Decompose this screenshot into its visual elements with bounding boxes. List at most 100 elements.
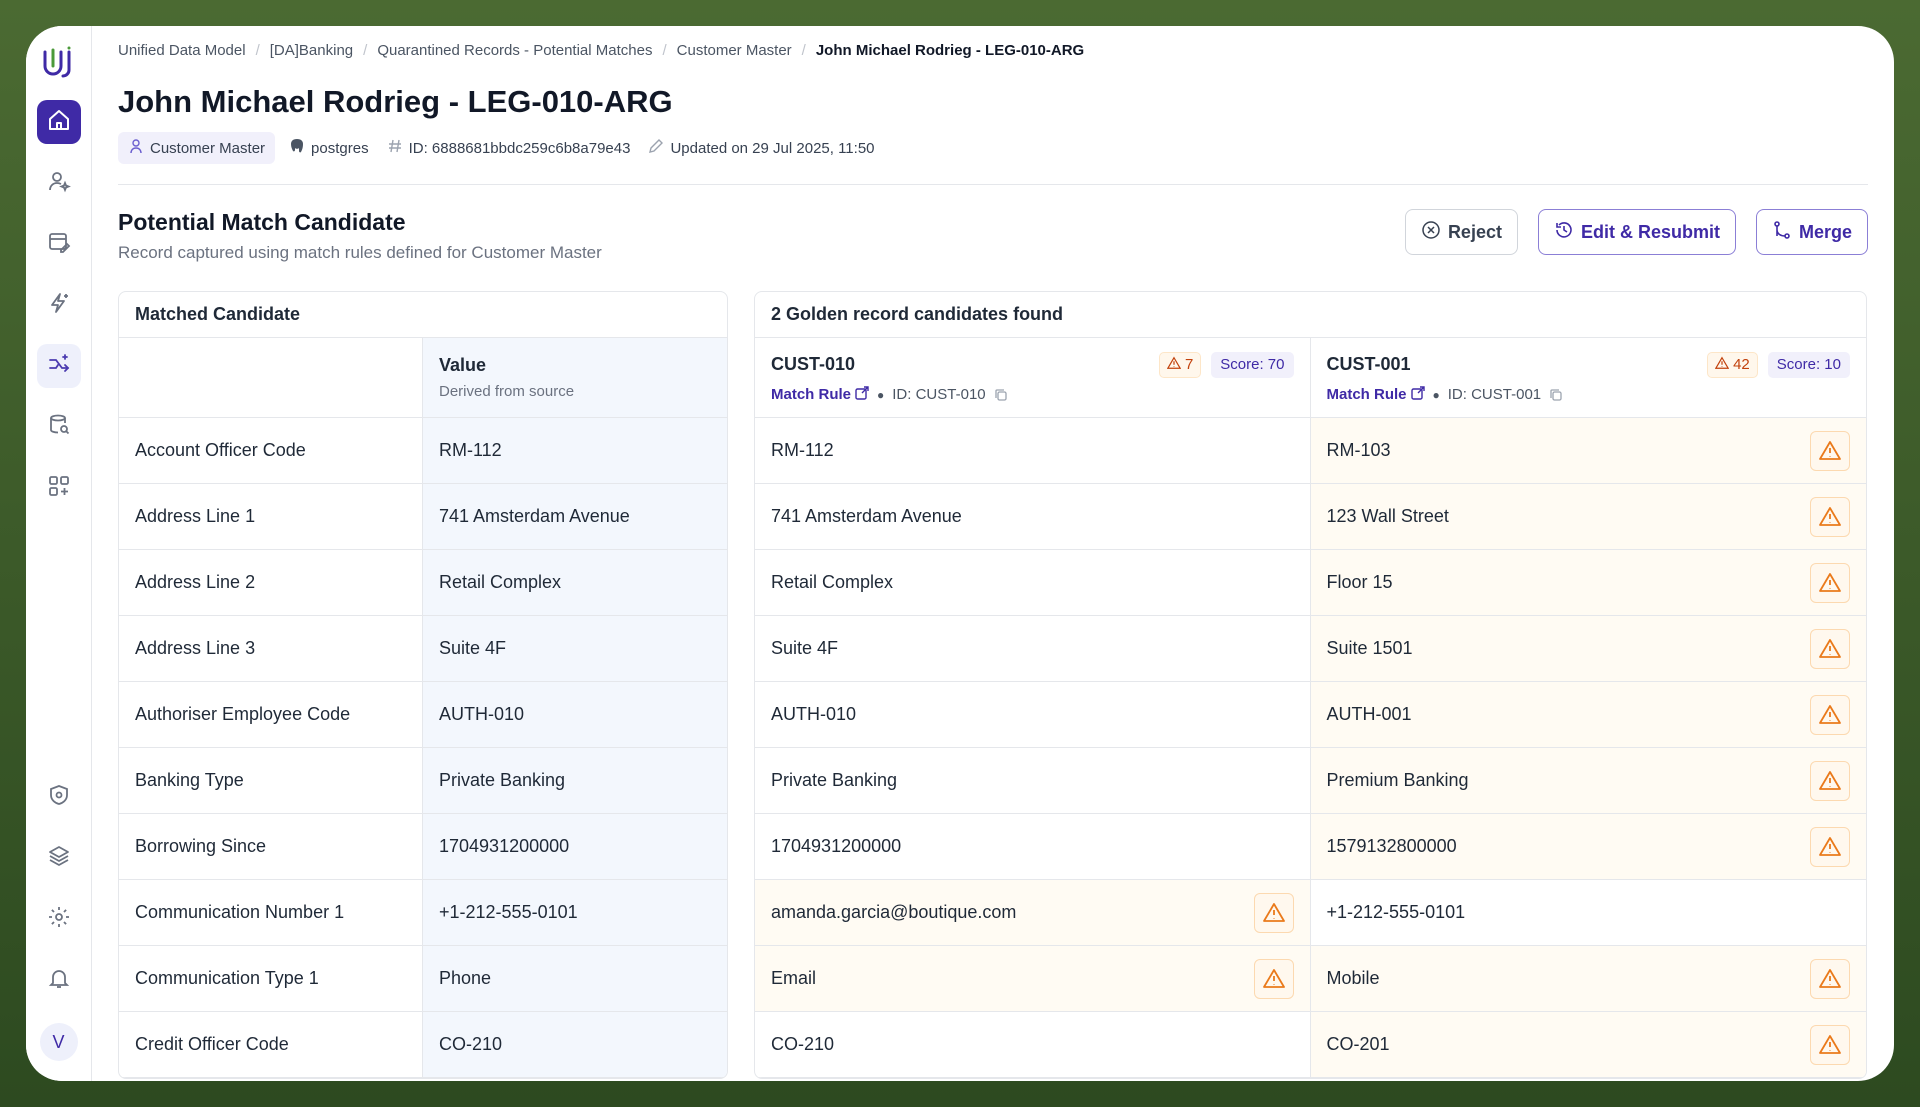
breadcrumb-item[interactable]: Customer Master — [677, 42, 792, 59]
candidate-value: 1579132800000 — [1326, 836, 1457, 856]
nav-users[interactable] — [37, 161, 81, 205]
mismatch-warning-icon[interactable] — [1810, 1024, 1850, 1065]
user-avatar[interactable]: V — [39, 1023, 78, 1061]
candidate-id: CUST-010 — [771, 354, 856, 374]
reject-button[interactable]: Reject — [1404, 209, 1518, 255]
attribute-label: Communication Number 1 — [119, 880, 423, 945]
comparison-panels: Matched Candidate Value Derived from sou… — [118, 291, 1868, 1079]
mismatch-warning-icon[interactable] — [1810, 826, 1850, 867]
nav-match-merge[interactable] — [36, 344, 81, 388]
candidate-value: Retail Complex — [771, 572, 894, 592]
sidebar: V — [26, 26, 92, 1081]
golden-candidates-panel: 2 Golden record candidates found CUST-01… — [754, 291, 1867, 1079]
table-row: 1704931200000 1579132800000 — [755, 814, 1866, 880]
entity-chip: Customer Master — [118, 132, 276, 164]
copy-icon[interactable] — [1545, 388, 1563, 402]
app-window: V Unified Data Model / [DA]Banking / Qua… — [26, 26, 1894, 1081]
mismatch-warning-icon[interactable] — [1810, 760, 1850, 801]
mismatch-warning-icon[interactable] — [1253, 892, 1294, 933]
table-row: RM-112 RM-103 — [755, 418, 1866, 484]
table-row: AUTH-010 AUTH-001 — [755, 682, 1866, 748]
attribute-label: Credit Officer Code — [119, 1012, 423, 1077]
copy-icon[interactable] — [990, 388, 1008, 402]
match-rule-link[interactable]: Match Rule — [1327, 385, 1425, 404]
candidate-value: Mobile — [1326, 968, 1380, 988]
section-header: Potential Match Candidate Record capture… — [118, 209, 1868, 263]
score-badge: Score: 10 — [1767, 351, 1850, 378]
nav-settings[interactable] — [37, 897, 81, 941]
mismatch-warning-icon[interactable] — [1810, 694, 1850, 735]
candidate-value: 123 Wall Street — [1326, 506, 1449, 526]
database-search-icon — [47, 413, 71, 442]
table-row: Address Line 2 Retail Complex — [119, 550, 727, 616]
mismatch-warning-icon[interactable] — [1253, 958, 1294, 999]
breadcrumb-item[interactable]: Unified Data Model — [118, 42, 246, 59]
updated-item: Updated on 29 Jul 2025, 11:50 — [648, 138, 875, 158]
nav-layers[interactable] — [37, 836, 81, 880]
app-logo[interactable] — [39, 44, 79, 84]
candidate-value-cell: Mobile — [1310, 946, 1866, 1011]
nav-home[interactable] — [36, 100, 81, 144]
match-rule-link[interactable]: Match Rule — [771, 385, 869, 404]
candidate-value: 741 Amsterdam Avenue — [771, 506, 962, 526]
attribute-label: Authoriser Employee Code — [119, 682, 423, 747]
breadcrumb: Unified Data Model / [DA]Banking / Quara… — [118, 38, 1868, 62]
gear-icon — [47, 905, 71, 934]
section-subtitle: Record captured using match rules define… — [118, 243, 602, 262]
candidate-id: CUST-001 — [1326, 354, 1411, 374]
mismatch-warning-icon[interactable] — [1810, 430, 1850, 471]
candidate-value-cell: 741 Amsterdam Avenue — [755, 484, 1311, 549]
mismatch-warning-icon[interactable] — [1810, 496, 1850, 537]
entity-name: Customer Master — [150, 139, 266, 157]
candidate-value-cell: Suite 1501 — [1310, 616, 1866, 681]
breadcrumb-separator: / — [255, 41, 260, 59]
attribute-label: Address Line 2 — [119, 550, 423, 615]
reject-label: Reject — [1447, 221, 1502, 242]
attribute-label: Banking Type — [119, 748, 423, 813]
breadcrumb-item[interactable]: [DA]Banking — [270, 42, 353, 59]
table-row: Banking Type Private Banking — [119, 748, 727, 814]
mismatch-warning-icon[interactable] — [1810, 562, 1850, 603]
nav-data-edit[interactable] — [37, 222, 81, 266]
home-icon — [47, 108, 71, 137]
candidate-value: CO-210 — [771, 1034, 835, 1054]
external-link-icon — [851, 385, 869, 404]
pencil-icon — [648, 138, 670, 158]
source-value: Phone — [423, 946, 727, 1011]
nav-security[interactable] — [37, 775, 81, 819]
table-row: Address Line 1 741 Amsterdam Avenue — [119, 484, 727, 550]
separator-dot: ● — [1432, 387, 1440, 402]
nav-apps[interactable] — [37, 466, 81, 510]
nav-automation[interactable] — [37, 283, 81, 327]
bell-icon — [47, 966, 71, 995]
separator-dot: ● — [877, 387, 885, 402]
breadcrumb-item[interactable]: Quarantined Records - Potential Matches — [377, 42, 652, 59]
nav-notifications[interactable] — [37, 958, 81, 1002]
breadcrumb-separator: / — [363, 41, 368, 59]
table-row: Communication Number 1 +1-212-555-0101 — [119, 880, 727, 946]
record-meta: Customer Master postgres ID: 6888681bbdc… — [118, 132, 1868, 164]
candidate-value-cell: Email — [755, 946, 1311, 1011]
candidate-record-id: ID: CUST-010 — [892, 386, 986, 403]
table-row: CO-210 CO-201 — [755, 1012, 1866, 1078]
candidate-value: Floor 15 — [1326, 572, 1393, 592]
candidate-header: CUST-010 7 Score: 70 Match Rule ● ID: CU… — [755, 338, 1311, 417]
candidate-value-cell: AUTH-010 — [755, 682, 1311, 747]
mismatch-warning-icon[interactable] — [1810, 958, 1850, 999]
candidate-value-cell: CO-201 — [1310, 1012, 1866, 1077]
source-value: AUTH-010 — [423, 682, 727, 747]
history-icon — [1554, 220, 1581, 245]
merge-icon — [1772, 220, 1799, 245]
warning-icon — [1166, 356, 1185, 374]
edit-resubmit-button[interactable]: Edit & Resubmit — [1537, 209, 1736, 255]
close-circle-icon — [1421, 220, 1448, 245]
header-divider — [118, 184, 1868, 185]
merge-button[interactable]: Merge — [1755, 209, 1868, 255]
attribute-label: Communication Type 1 — [119, 946, 423, 1011]
candidate-value-cell: 1704931200000 — [755, 814, 1311, 879]
candidate-header-row: CUST-010 7 Score: 70 Match Rule ● ID: CU… — [755, 338, 1866, 418]
nav-data-search[interactable] — [37, 405, 81, 449]
mismatch-warning-icon[interactable] — [1810, 628, 1850, 669]
warning-count: 42 — [1733, 356, 1750, 373]
candidate-value-cell: +1-212-555-0101 — [1311, 880, 1867, 945]
